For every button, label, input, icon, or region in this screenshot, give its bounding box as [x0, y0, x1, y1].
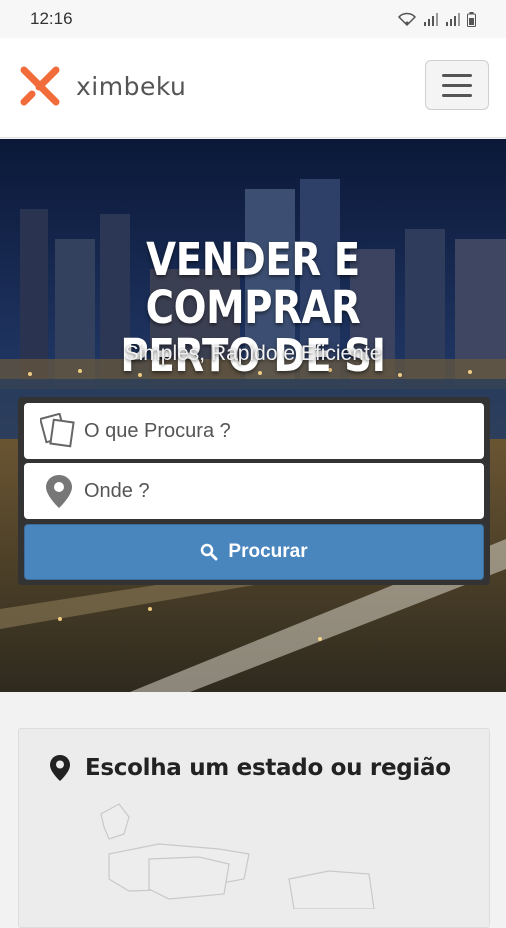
hero-banner: VENDER E COMPRAR PERTO DE SI Simples, Ra… [0, 139, 506, 692]
menu-button[interactable] [425, 60, 489, 110]
what-field[interactable] [24, 403, 484, 459]
status-time: 12:16 [30, 9, 73, 28]
status-bar: 12:16 [0, 0, 506, 38]
where-input[interactable] [84, 479, 444, 503]
map-marker-icon [46, 475, 72, 508]
hamburger-icon-line [442, 93, 472, 97]
region-header: Escolha um estado ou região [49, 754, 451, 782]
signal-icon-2 [446, 13, 460, 26]
logo-text: ximbeku [76, 71, 187, 101]
map-marker-icon [50, 755, 70, 781]
hero-subtitle: Simples, Rapido e Eficiente [124, 342, 382, 365]
search-button[interactable]: Procurar [24, 524, 484, 580]
tags-icon [40, 413, 75, 448]
navbar: ximbeku [0, 38, 506, 138]
wifi-icon [397, 12, 417, 26]
logo-x-icon [18, 64, 62, 108]
logo[interactable]: ximbeku [18, 64, 186, 108]
status-icons [397, 11, 476, 27]
signal-icon [424, 13, 438, 26]
battery-icon [467, 11, 476, 27]
hamburger-icon-line [442, 83, 472, 87]
search-form: Procurar [18, 397, 490, 585]
region-title: Escolha um estado ou região [85, 755, 451, 781]
search-button-label: Procurar [228, 541, 308, 562]
search-icon [201, 543, 218, 561]
where-field[interactable] [24, 463, 484, 519]
angola-map[interactable] [89, 799, 429, 909]
what-input[interactable] [84, 419, 444, 443]
region-card: Escolha um estado ou região [18, 728, 490, 928]
hamburger-icon-line [442, 73, 472, 77]
hero-title-line1: VENDER E COMPRAR [145, 233, 361, 334]
